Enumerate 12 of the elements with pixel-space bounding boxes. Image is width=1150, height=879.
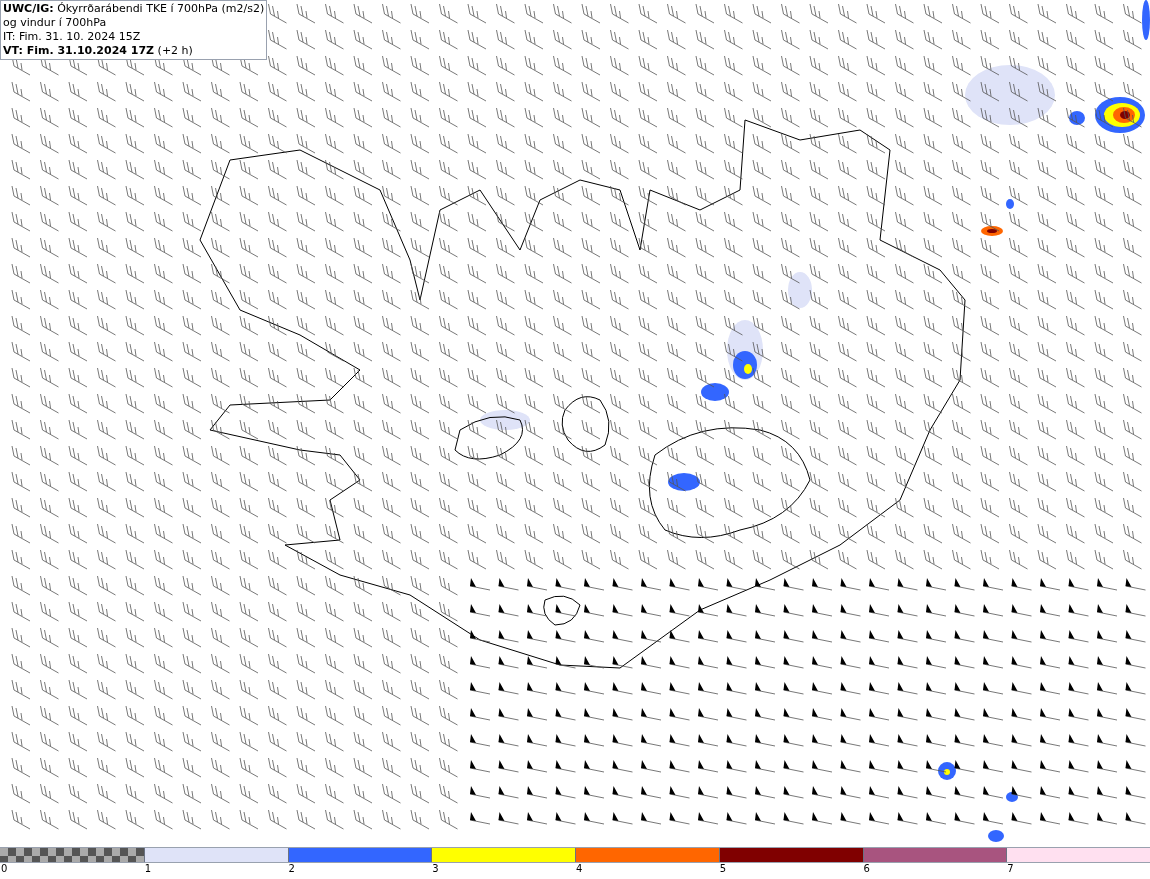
title-line: UWC/IG: Ókyrrðarábendi TKE í 700hPa (m2/s2) — [3, 2, 265, 16]
legend-tick-label: 7 — [1006, 863, 1014, 874]
legend-tick-label: 6 — [862, 863, 870, 874]
title-line: IT: Fim. 31. 10. 2024 15Z — [3, 30, 141, 44]
title-line: VT: Fim. 31.10.2024 17Z (+2 h) — [3, 44, 193, 58]
legend-tick-label: 2 — [287, 863, 295, 874]
legend-tick-label: 1 — [143, 863, 152, 874]
legend-tick-label: 4 — [575, 863, 583, 874]
legend-tick-label: 0 — [0, 863, 8, 874]
legend-tick-label: 5 — [718, 863, 727, 874]
title-line: og vindur í 700hPa — [3, 16, 107, 30]
legend-tick-label: 3 — [431, 863, 439, 874]
